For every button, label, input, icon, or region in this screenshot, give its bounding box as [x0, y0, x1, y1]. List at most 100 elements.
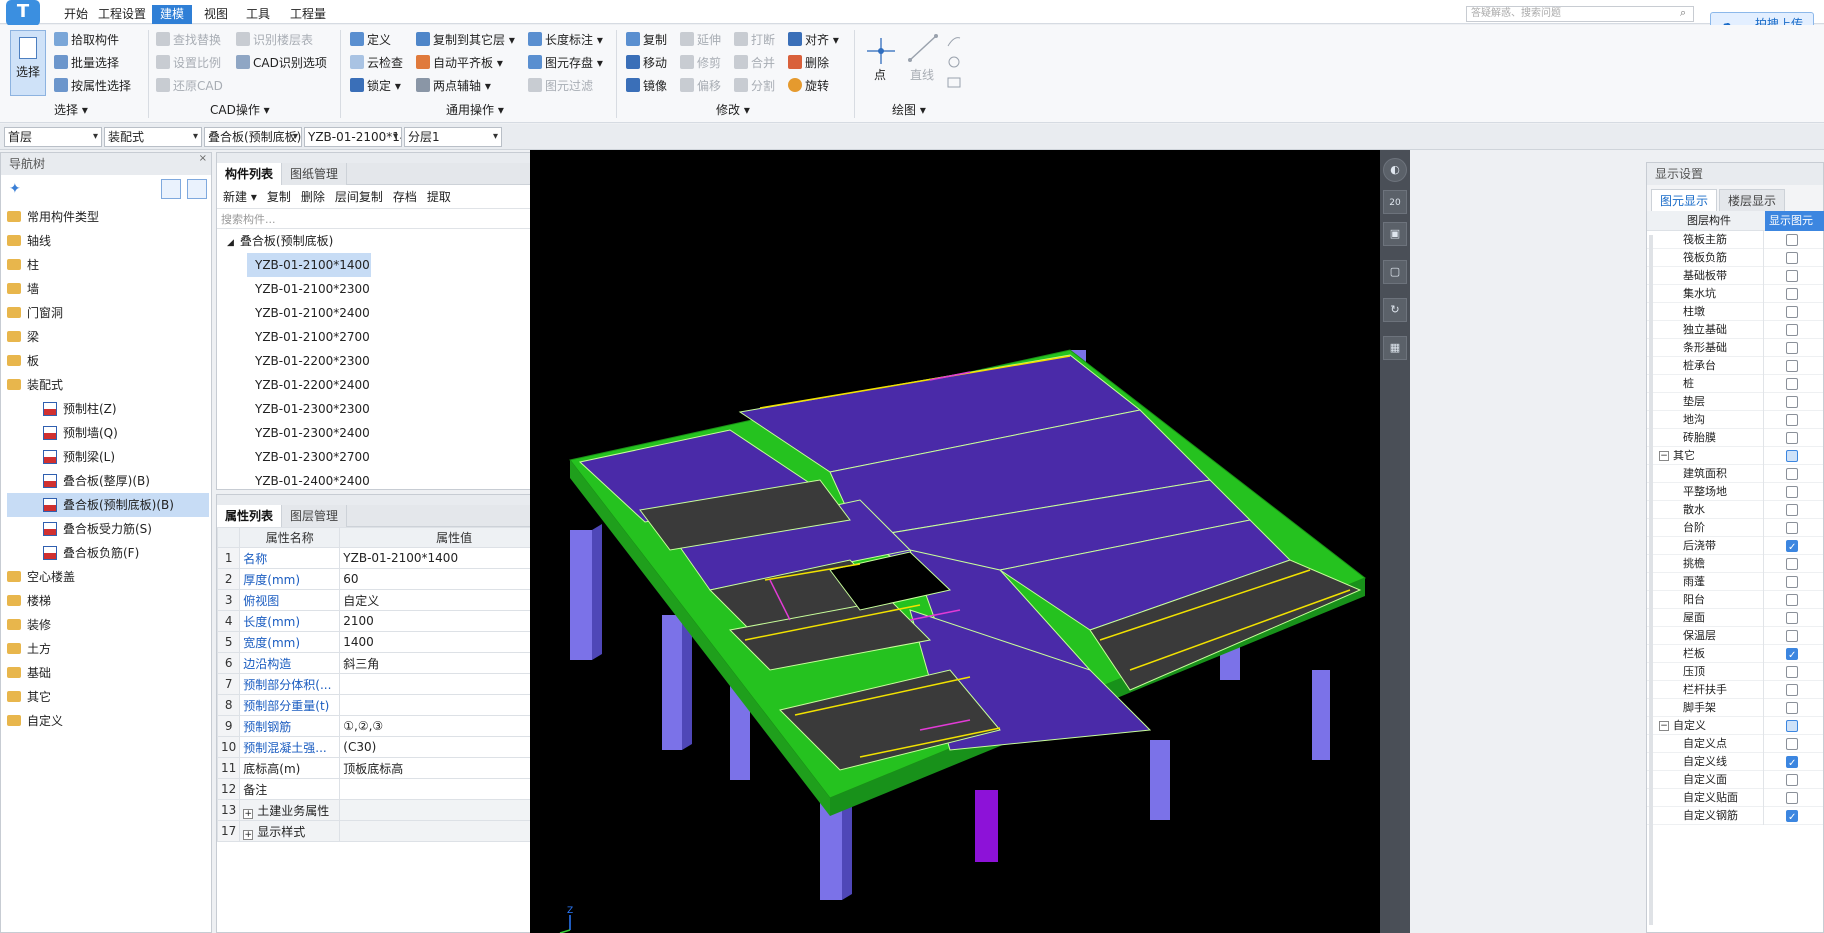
list-view-icon[interactable] [161, 179, 181, 199]
display-layer-row[interactable]: 自定义点 [1647, 735, 1823, 753]
show-checkbox[interactable] [1786, 594, 1798, 606]
show-checkbox[interactable] [1786, 738, 1798, 750]
tab-element-display[interactable]: 图元显示 [1651, 189, 1718, 211]
component-search-input[interactable]: 搜索构件... [221, 211, 276, 227]
nav-item[interactable]: 楼梯 [7, 589, 211, 613]
extend-button[interactable]: 延伸 [680, 31, 721, 49]
search-input[interactable]: 答疑解惑、搜索问题 [1466, 6, 1694, 22]
mirror-button[interactable]: 镜像 [626, 77, 667, 95]
delete-component-button[interactable]: 删除 [301, 188, 325, 205]
nav-item[interactable]: 轴线 [7, 229, 211, 253]
restore-cad-button[interactable]: 还原CAD [156, 77, 223, 95]
cad-options-button[interactable]: CAD识别选项 [236, 54, 327, 72]
group-label-general[interactable]: 通用操作 ▾ [446, 102, 504, 118]
menu-modeling[interactable]: 建模 [152, 5, 193, 24]
copy-component-button[interactable]: 复制 [267, 188, 291, 205]
collapse-icon[interactable]: − [1659, 721, 1669, 731]
show-checkbox[interactable] [1786, 270, 1798, 282]
display-layer-row[interactable]: 散水 [1647, 501, 1823, 519]
move-button[interactable]: 移动 [626, 54, 667, 72]
show-checkbox[interactable] [1786, 558, 1798, 570]
display-layer-row[interactable]: 独立基础 [1647, 321, 1823, 339]
display-group-row[interactable]: − 自定义 [1647, 717, 1823, 735]
nav-item[interactable]: 墙 [7, 277, 211, 301]
show-checkbox[interactable] [1786, 288, 1798, 300]
line-button[interactable]: 直线 [910, 66, 934, 84]
show-checkbox[interactable] [1786, 342, 1798, 354]
expand-icon[interactable]: + [243, 808, 254, 819]
display-layer-row[interactable]: 自定义贴面 [1647, 789, 1823, 807]
nav-sub-item[interactable]: 预制梁(L) [7, 445, 211, 469]
display-layer-row[interactable]: 台阶 [1647, 519, 1823, 537]
show-checkbox[interactable] [1786, 647, 1798, 665]
break-button[interactable]: 打断 [734, 31, 775, 49]
rotate-view-icon[interactable]: ↻ [1383, 298, 1407, 322]
nav-item[interactable]: 基础 [7, 661, 211, 685]
show-checkbox[interactable] [1786, 755, 1798, 773]
sparkle-icon[interactable]: ✦ [9, 181, 21, 197]
show-checkbox[interactable] [1786, 774, 1798, 786]
length-dimension-button[interactable]: 长度标注 ▾ [528, 31, 603, 49]
search-icon[interactable]: ⌕ [1680, 6, 1686, 20]
nav-sub-item[interactable]: 预制柱(Z) [7, 397, 211, 421]
3d-viewport[interactable]: Z [530, 150, 1380, 933]
display-layer-row[interactable]: 雨蓬 [1647, 573, 1823, 591]
show-checkbox[interactable] [1786, 702, 1798, 714]
tab-drawing-manager[interactable]: 图纸管理 [282, 163, 348, 185]
nav-item[interactable]: 装配式 [7, 373, 211, 397]
nav-item[interactable]: 梁 [7, 325, 211, 349]
show-checkbox[interactable] [1786, 414, 1798, 426]
display-layer-row[interactable]: 栏杆扶手 [1647, 681, 1823, 699]
point-button[interactable]: 点 [874, 66, 886, 84]
nav-sub-item[interactable]: 叠合板负筋(F) [7, 541, 211, 565]
set-scale-button[interactable]: 设置比例 [156, 54, 221, 72]
display-layer-row[interactable]: 桩 [1647, 375, 1823, 393]
cloud-check-button[interactable]: 云检查 [350, 54, 403, 72]
display-layer-row[interactable]: 脚手架 [1647, 699, 1823, 717]
display-layer-row[interactable]: 栏板 [1647, 645, 1823, 665]
display-layer-row[interactable]: 自定义面 [1647, 771, 1823, 789]
nav-sub-item[interactable]: 预制墙(Q) [7, 421, 211, 445]
view-cube-icon[interactable]: ▣ [1383, 222, 1407, 246]
layer-select[interactable]: 分层1 [404, 127, 502, 147]
show-checkbox[interactable] [1786, 396, 1798, 408]
show-checkbox[interactable] [1786, 432, 1798, 444]
display-layer-row[interactable]: 后浇带 [1647, 537, 1823, 557]
split-button[interactable]: 分割 [734, 77, 775, 95]
display-layer-row[interactable]: 自定义钢筋 [1647, 807, 1823, 827]
pick-component-button[interactable]: 拾取构件 [54, 31, 119, 49]
display-layer-row[interactable]: 柱墩 [1647, 303, 1823, 321]
display-layer-row[interactable]: 筏板负筋 [1647, 249, 1823, 267]
nav-item[interactable]: 空心楼盖 [7, 565, 211, 589]
identify-floor-table-button[interactable]: 识别楼层表 [236, 31, 313, 49]
nav-item[interactable]: 常用构件类型 [7, 205, 211, 229]
display-layer-row[interactable]: 垫层 [1647, 393, 1823, 411]
orbit-icon[interactable]: ◐ [1383, 158, 1407, 182]
menu-project-settings[interactable]: 工程设置 [90, 5, 154, 24]
display-layer-row[interactable]: 集水坑 [1647, 285, 1823, 303]
nav-item[interactable]: 装修 [7, 613, 211, 637]
define-button[interactable]: 定义 [350, 31, 391, 49]
show-checkbox[interactable] [1786, 234, 1798, 246]
show-checkbox[interactable] [1786, 522, 1798, 534]
component-item[interactable]: YZB-01-2100*1400 [247, 253, 371, 277]
select-button[interactable]: 选择 [10, 30, 46, 96]
nav-item[interactable]: 柱 [7, 253, 211, 277]
show-checkbox[interactable] [1786, 792, 1798, 804]
interfloor-copy-button[interactable]: 层间复制 [335, 188, 383, 205]
copy-to-other-floor-button[interactable]: 复制到其它层 ▾ [416, 31, 515, 49]
extract-button[interactable]: 提取 [427, 188, 451, 205]
show-checkbox[interactable] [1786, 252, 1798, 264]
tab-floor-display[interactable]: 楼层显示 [1719, 189, 1786, 211]
show-checkbox[interactable] [1786, 324, 1798, 336]
element-filter-button[interactable]: 图元过滤 [528, 77, 593, 95]
auto-align-slab-button[interactable]: 自动平齐板 ▾ [416, 54, 503, 72]
group-label-select[interactable]: 选择 ▾ [54, 102, 88, 118]
display-layer-row[interactable]: 保温层 [1647, 627, 1823, 645]
show-checkbox[interactable] [1786, 809, 1798, 827]
3d-box-icon[interactable]: ▢ [1383, 260, 1407, 284]
nav-item[interactable]: 板 [7, 349, 211, 373]
collapse-icon[interactable]: ◢ [227, 238, 234, 248]
menu-view[interactable]: 视图 [196, 5, 236, 24]
component-select[interactable]: YZB-01-2100*1400 [304, 127, 402, 147]
